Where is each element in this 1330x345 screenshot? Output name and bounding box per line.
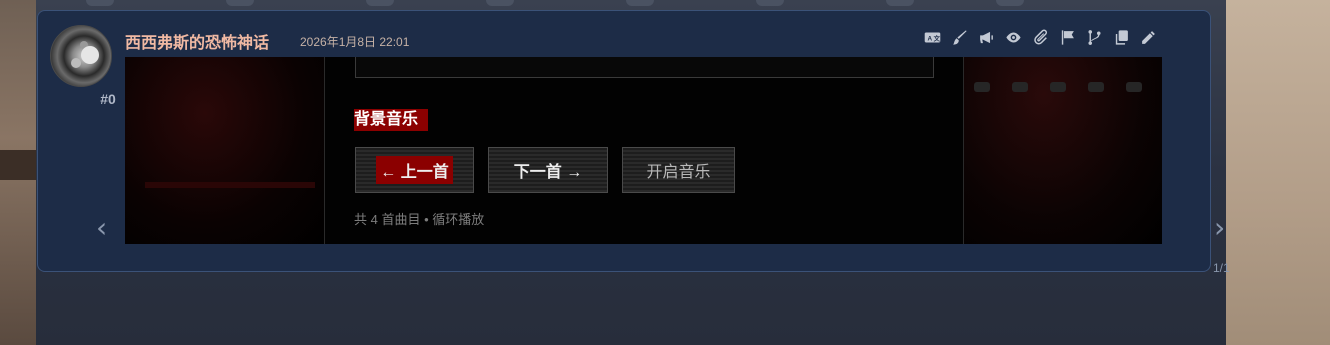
pencil-icon[interactable] (1138, 27, 1158, 47)
paintbrush-icon[interactable] (949, 27, 969, 47)
swipe-right-icon[interactable]: › (1214, 211, 1225, 244)
background-wall-left (0, 0, 36, 345)
avatar[interactable] (50, 25, 112, 87)
playlist-info: 共 4 首曲目 • 循环播放 (354, 212, 485, 227)
background-wall-right (1226, 0, 1330, 345)
swipe-left-icon[interactable]: ‹ (96, 211, 107, 244)
music-section-title: 背景音乐 (354, 109, 429, 131)
message-content: 背景音乐 ← 上一首 下一首 → 开启音乐 共 4 首曲目 • 循环播放 (125, 57, 1162, 244)
branch-icon[interactable] (1084, 27, 1104, 47)
decorative-panel-left (125, 57, 325, 244)
megaphone-icon[interactable] (976, 27, 996, 47)
eye-icon[interactable] (1003, 27, 1023, 47)
swipe-counter: 1/1 (1213, 261, 1230, 275)
toggle-music-button[interactable]: 开启音乐 (622, 147, 735, 193)
message-toolbar: A 文 (922, 27, 1158, 47)
flag-icon[interactable] (1057, 27, 1077, 47)
message-index: #0 (100, 91, 116, 107)
translate-icon[interactable]: A 文 (922, 27, 942, 47)
svg-text:A 文: A 文 (927, 33, 940, 42)
background-beam (0, 150, 36, 180)
copy-icon[interactable] (1111, 27, 1131, 47)
content-box-top (355, 57, 934, 78)
prev-track-label: ← 上一首 (376, 156, 453, 184)
prev-track-button[interactable]: ← 上一首 (355, 147, 474, 193)
author-name: 西西弗斯的恐怖神话 (125, 35, 270, 52)
decorative-panel-right (963, 57, 1162, 244)
chat-message: #0 西西弗斯的恐怖神话 2026年1月8日 22:01 A 文 背景音乐 ← … (37, 10, 1230, 275)
message-timestamp: 2026年1月8日 22:01 (300, 35, 410, 49)
next-track-button[interactable]: 下一首 → (488, 147, 608, 193)
paperclip-icon[interactable] (1030, 27, 1050, 47)
top-toolbar-remnants (36, 0, 1226, 10)
